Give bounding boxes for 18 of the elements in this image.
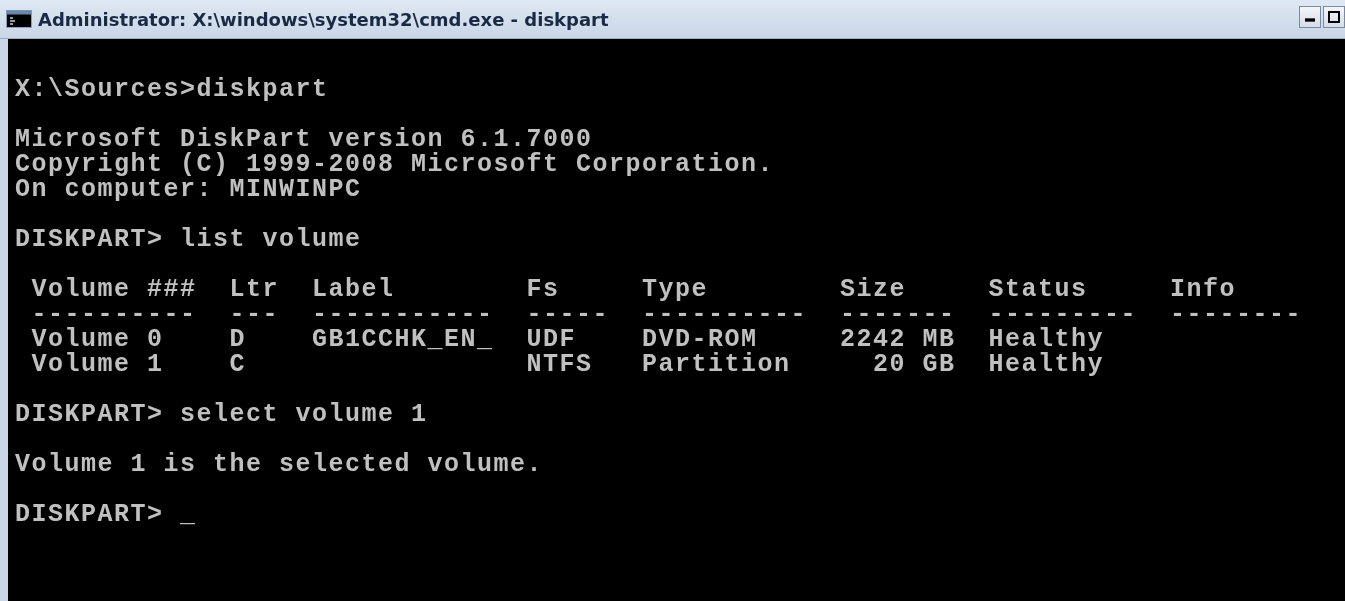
console-icon: [6, 10, 32, 28]
table-cell: Partition: [642, 350, 791, 379]
console-line: DISKPART> list volume: [15, 227, 363, 252]
console-line: X:\Sources>diskpart: [15, 77, 330, 102]
table-cell: Volume 1: [31, 350, 164, 379]
minimize-button[interactable]: [1299, 6, 1321, 28]
maximize-icon: [1327, 10, 1341, 24]
console-line: Microsoft DiskPart version 6.1.7000: [15, 127, 593, 152]
console-line: Volume 1 is the selected volume.: [15, 452, 545, 477]
window-title: Administrator: X:\windows\system32\cmd.exe - diskpart: [38, 8, 610, 30]
console-line: On computer: MINWINPC: [15, 177, 363, 202]
minimize-icon: [1305, 18, 1315, 22]
maximize-button[interactable]: [1323, 6, 1345, 28]
console-line: Copyright (C) 1999-2008 Microsoft Corporation.: [15, 152, 776, 177]
column-header: Status: [988, 275, 1088, 304]
console-line: DISKPART> _: [15, 502, 198, 527]
console-line: DISKPART> select volume 1: [15, 402, 429, 427]
column-header: Volume ###: [31, 275, 197, 304]
